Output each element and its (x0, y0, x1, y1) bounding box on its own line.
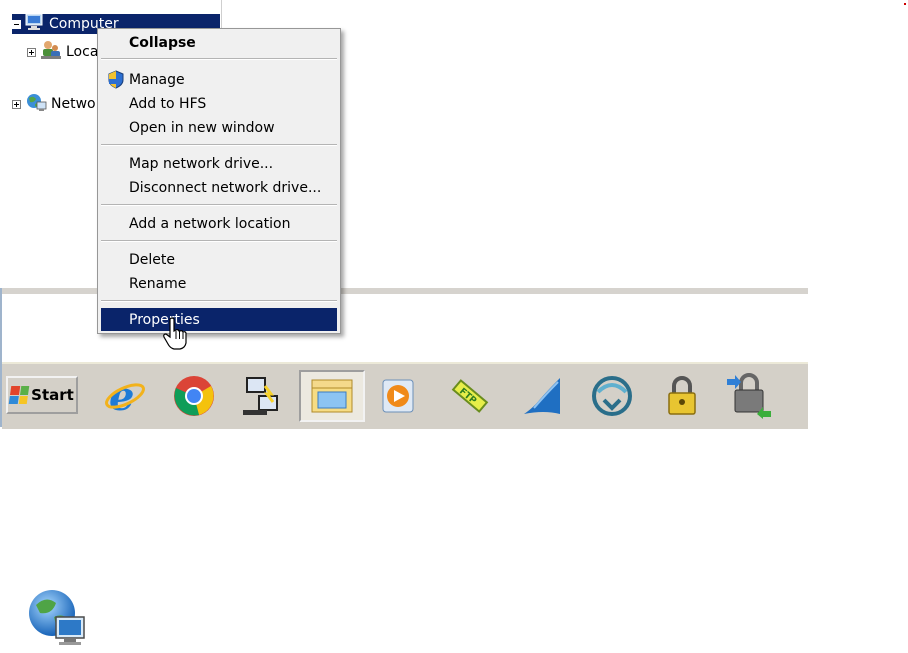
menu-item-label: Disconnect network drive... (129, 179, 322, 196)
tree-item-label: Loca (66, 44, 99, 60)
users-network-icon (40, 40, 62, 64)
menu-item-map-network-drive[interactable]: Map network drive... (101, 152, 337, 175)
media-player-icon[interactable] (374, 370, 424, 422)
menu-item-label: Delete (129, 251, 175, 268)
wireshark-icon[interactable] (517, 370, 567, 422)
menu-separator (101, 300, 337, 302)
secure-transfer-icon[interactable] (724, 370, 774, 422)
menu-item-label: Add a network location (129, 215, 291, 232)
menu-item-manage[interactable]: Manage (101, 68, 337, 91)
menu-item-open-new-window[interactable]: Open in new window (101, 116, 337, 139)
expand-toggle-icon[interactable] (12, 99, 21, 109)
menu-item-delete[interactable]: Delete (101, 248, 337, 271)
network-globe-icon (25, 92, 47, 116)
ftp-icon[interactable]: FTP (445, 370, 495, 422)
taskbar: Start e FTP (2, 362, 808, 429)
menu-separator (101, 58, 337, 60)
menu-item-label: Open in new window (129, 119, 275, 136)
menu-item-add-to-hfs[interactable]: Add to HFS (101, 92, 337, 115)
menu-item-label: Add to HFS (129, 95, 207, 112)
file-explorer-icon[interactable] (299, 370, 365, 422)
expand-toggle-icon[interactable] (27, 47, 36, 57)
tree-item-network[interactable]: Netwo (12, 94, 96, 114)
context-menu: Collapse Manage Add to HFS Open in new w… (97, 28, 341, 334)
tree-item-label: Netwo (51, 96, 96, 112)
cisco-anyconnect-icon[interactable] (587, 370, 637, 422)
windows-flag-icon (8, 386, 30, 404)
menu-item-collapse[interactable]: Collapse (101, 31, 337, 54)
menu-separator (101, 204, 337, 206)
hand-pointer-cursor-icon (163, 317, 187, 355)
chrome-icon[interactable] (169, 370, 219, 422)
start-label: Start (31, 386, 74, 404)
menu-item-disconnect-network-drive[interactable]: Disconnect network drive... (101, 176, 337, 199)
padlock-icon[interactable] (657, 370, 707, 422)
menu-item-label: Rename (129, 275, 187, 292)
red-dot (904, 3, 906, 5)
menu-item-label: Map network drive... (129, 155, 274, 172)
collapse-toggle-icon[interactable] (12, 19, 21, 29)
computer-icon (25, 13, 45, 35)
internet-explorer-icon[interactable]: e (100, 370, 150, 422)
network-computer-icon (26, 587, 88, 653)
menu-item-rename[interactable]: Rename (101, 272, 337, 295)
menu-item-label: Manage (129, 71, 185, 88)
menu-item-properties[interactable]: Properties (101, 308, 337, 331)
menu-separator (101, 144, 337, 146)
menu-item-label: Collapse (129, 34, 196, 51)
menu-separator (101, 240, 337, 242)
remote-connection-icon[interactable] (238, 370, 288, 422)
menu-item-add-network-location[interactable]: Add a network location (101, 212, 337, 235)
tree-item-local[interactable]: Loca (27, 40, 99, 64)
start-button[interactable]: Start (6, 376, 78, 414)
uac-shield-icon (107, 70, 125, 93)
